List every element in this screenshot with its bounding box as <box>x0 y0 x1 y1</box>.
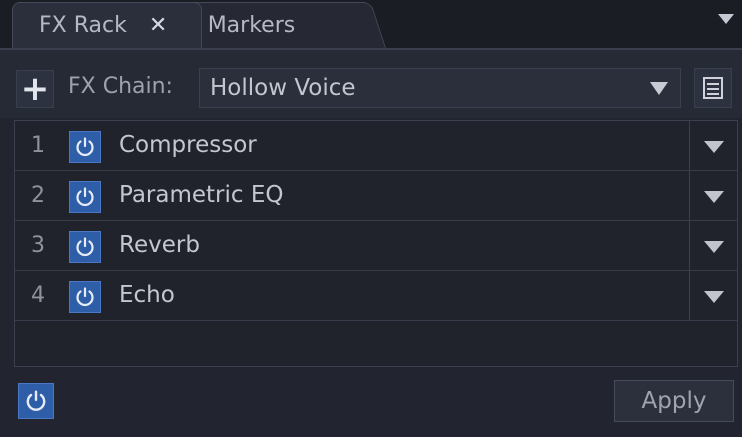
tab-markers-label: Markers <box>207 13 296 38</box>
effect-name: Parametric EQ <box>119 182 284 208</box>
fx-chain-select[interactable]: Hollow Voice <box>199 68 681 108</box>
tab-bar: Markers FX Rack ✕ <box>0 0 742 50</box>
effect-index: 3 <box>31 233 45 258</box>
chevron-down-icon[interactable] <box>704 241 724 253</box>
effect-power-toggle[interactable] <box>69 181 101 213</box>
master-power-toggle[interactable] <box>18 383 54 419</box>
effect-row[interactable]: 4 Echo <box>15 271 737 321</box>
power-icon <box>26 390 46 411</box>
fx-rack-list: 1 Compressor 2 Parametric EQ 3 Reverb 4 … <box>14 120 738 367</box>
chevron-down-icon[interactable] <box>718 14 734 24</box>
close-icon[interactable]: ✕ <box>149 13 167 38</box>
chain-menu-button[interactable] <box>694 68 732 108</box>
tab-fx-rack[interactable]: FX Rack ✕ <box>12 2 202 48</box>
row-divider <box>689 221 690 271</box>
plus-icon: + <box>20 69 50 109</box>
effect-row[interactable]: 2 Parametric EQ <box>15 171 737 221</box>
tab-fx-rack-label: FX Rack <box>39 13 127 38</box>
effect-power-toggle[interactable] <box>69 281 101 313</box>
effect-name: Echo <box>119 282 175 308</box>
effect-index: 1 <box>31 133 45 158</box>
effect-name: Reverb <box>119 232 200 258</box>
list-icon <box>703 77 723 99</box>
effect-row[interactable]: 1 Compressor <box>15 121 737 171</box>
fx-chain-label: FX Chain: <box>68 74 173 99</box>
effect-power-toggle[interactable] <box>69 231 101 263</box>
chevron-down-icon <box>650 82 668 95</box>
effect-row[interactable]: 3 Reverb <box>15 221 737 271</box>
effect-index: 4 <box>31 283 45 308</box>
apply-button[interactable]: Apply <box>614 380 734 422</box>
effect-index: 2 <box>31 183 45 208</box>
effect-power-toggle[interactable] <box>69 131 101 163</box>
fx-chain-value: Hollow Voice <box>210 75 356 101</box>
row-divider <box>689 271 690 321</box>
power-icon <box>76 187 94 207</box>
add-effect-button[interactable]: + <box>16 70 54 108</box>
chevron-down-icon[interactable] <box>704 141 724 153</box>
power-icon <box>76 287 94 307</box>
power-icon <box>76 237 94 257</box>
chevron-down-icon[interactable] <box>704 191 724 203</box>
fx-toolbar: + FX Chain: Hollow Voice <box>0 50 742 118</box>
chevron-down-icon[interactable] <box>704 291 724 303</box>
row-divider <box>689 171 690 221</box>
effect-name: Compressor <box>119 132 257 158</box>
tab-markers[interactable]: Markers <box>181 2 386 48</box>
power-icon <box>76 137 94 157</box>
row-divider <box>689 121 690 171</box>
